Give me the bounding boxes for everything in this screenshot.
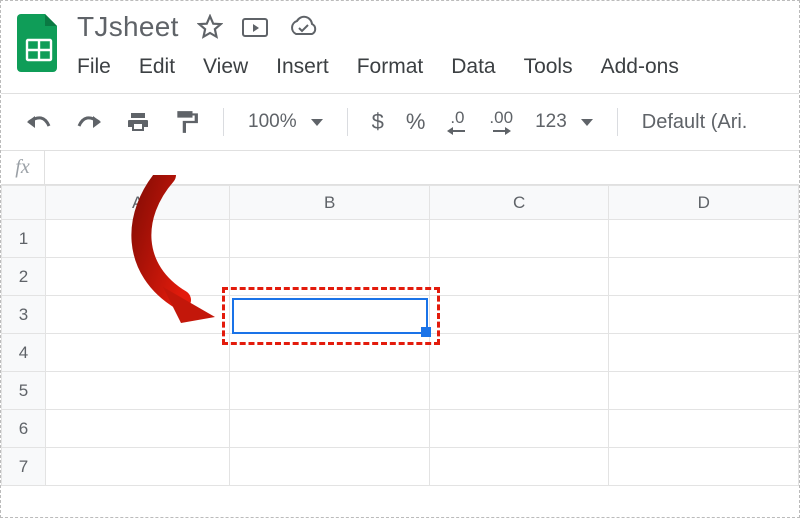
cell-a5[interactable] (45, 372, 230, 410)
row-header-1[interactable]: 1 (2, 220, 46, 258)
cell-b5[interactable] (230, 372, 429, 410)
increase-decimal-button[interactable]: .00 (483, 105, 519, 140)
document-title[interactable]: TJsheet (77, 11, 179, 43)
zoom-dropdown[interactable]: 100% (242, 111, 329, 133)
menu-view[interactable]: View (203, 55, 248, 79)
undo-button[interactable] (19, 108, 59, 136)
toolbar-separator (617, 108, 618, 136)
star-icon[interactable] (197, 14, 223, 40)
cell-d3[interactable] (609, 296, 799, 334)
row-header-6[interactable]: 6 (2, 410, 46, 448)
cell-c4[interactable] (429, 334, 609, 372)
font-dropdown[interactable]: Default (Ari. (636, 107, 754, 138)
cell-c7[interactable] (429, 448, 609, 486)
more-formats-dropdown[interactable]: 123 (529, 111, 599, 133)
menu-edit[interactable]: Edit (139, 55, 175, 79)
toolbar: 100% $ % .0 .00 123 Default (Ari. (1, 94, 799, 150)
spreadsheet-grid: A B C D 1 2 3 4 5 6 7 (1, 185, 799, 486)
move-to-folder-icon[interactable] (241, 15, 269, 39)
menu-format[interactable]: Format (357, 55, 424, 79)
cell-a6[interactable] (45, 410, 230, 448)
cell-b1[interactable] (230, 220, 429, 258)
cell-d1[interactable] (609, 220, 799, 258)
cell-c3[interactable] (429, 296, 609, 334)
decrease-decimal-button[interactable]: .0 (441, 105, 473, 140)
menu-insert[interactable]: Insert (276, 55, 329, 79)
print-button[interactable] (119, 106, 157, 138)
cell-c6[interactable] (429, 410, 609, 448)
cell-c2[interactable] (429, 258, 609, 296)
select-all-corner[interactable] (2, 186, 46, 220)
format-currency-button[interactable]: $ (366, 105, 390, 139)
cell-b4[interactable] (230, 334, 429, 372)
sheets-logo[interactable] (15, 11, 63, 75)
row-header-2[interactable]: 2 (2, 258, 46, 296)
chevron-down-icon (581, 119, 593, 126)
column-header-d[interactable]: D (609, 186, 799, 220)
menu-file[interactable]: File (77, 55, 111, 79)
cell-d2[interactable] (609, 258, 799, 296)
column-header-a[interactable]: A (45, 186, 230, 220)
cell-a3[interactable] (45, 296, 230, 334)
column-header-b[interactable]: B (230, 186, 429, 220)
zoom-value: 100% (248, 111, 297, 133)
cell-b2[interactable] (230, 258, 429, 296)
chevron-down-icon (311, 119, 323, 126)
cell-a4[interactable] (45, 334, 230, 372)
cell-b6[interactable] (230, 410, 429, 448)
cell-d6[interactable] (609, 410, 799, 448)
cloud-saved-icon[interactable] (287, 15, 319, 39)
cell-b3[interactable] (230, 296, 429, 334)
cell-c1[interactable] (429, 220, 609, 258)
cell-d5[interactable] (609, 372, 799, 410)
redo-button[interactable] (69, 108, 109, 136)
menu-bar: File Edit View Insert Format Data Tools … (77, 43, 679, 79)
cell-c5[interactable] (429, 372, 609, 410)
header-bar: TJsheet File Edit View Insert Format Dat… (1, 1, 799, 79)
formula-bar: fx (1, 151, 799, 185)
cell-d7[interactable] (609, 448, 799, 486)
cell-a7[interactable] (45, 448, 230, 486)
cell-b7[interactable] (230, 448, 429, 486)
row-header-7[interactable]: 7 (2, 448, 46, 486)
paint-format-button[interactable] (167, 105, 205, 139)
cell-a2[interactable] (45, 258, 230, 296)
row-header-4[interactable]: 4 (2, 334, 46, 372)
fx-label: fx (1, 151, 45, 184)
row-header-3[interactable]: 3 (2, 296, 46, 334)
cell-a1[interactable] (45, 220, 230, 258)
menu-addons[interactable]: Add-ons (601, 55, 679, 79)
formula-input[interactable] (45, 151, 799, 184)
menu-tools[interactable]: Tools (524, 55, 573, 79)
row-header-5[interactable]: 5 (2, 372, 46, 410)
cell-d4[interactable] (609, 334, 799, 372)
column-header-c[interactable]: C (429, 186, 609, 220)
menu-data[interactable]: Data (451, 55, 495, 79)
toolbar-separator (223, 108, 224, 136)
format-percent-button[interactable]: % (400, 105, 432, 139)
toolbar-separator (347, 108, 348, 136)
